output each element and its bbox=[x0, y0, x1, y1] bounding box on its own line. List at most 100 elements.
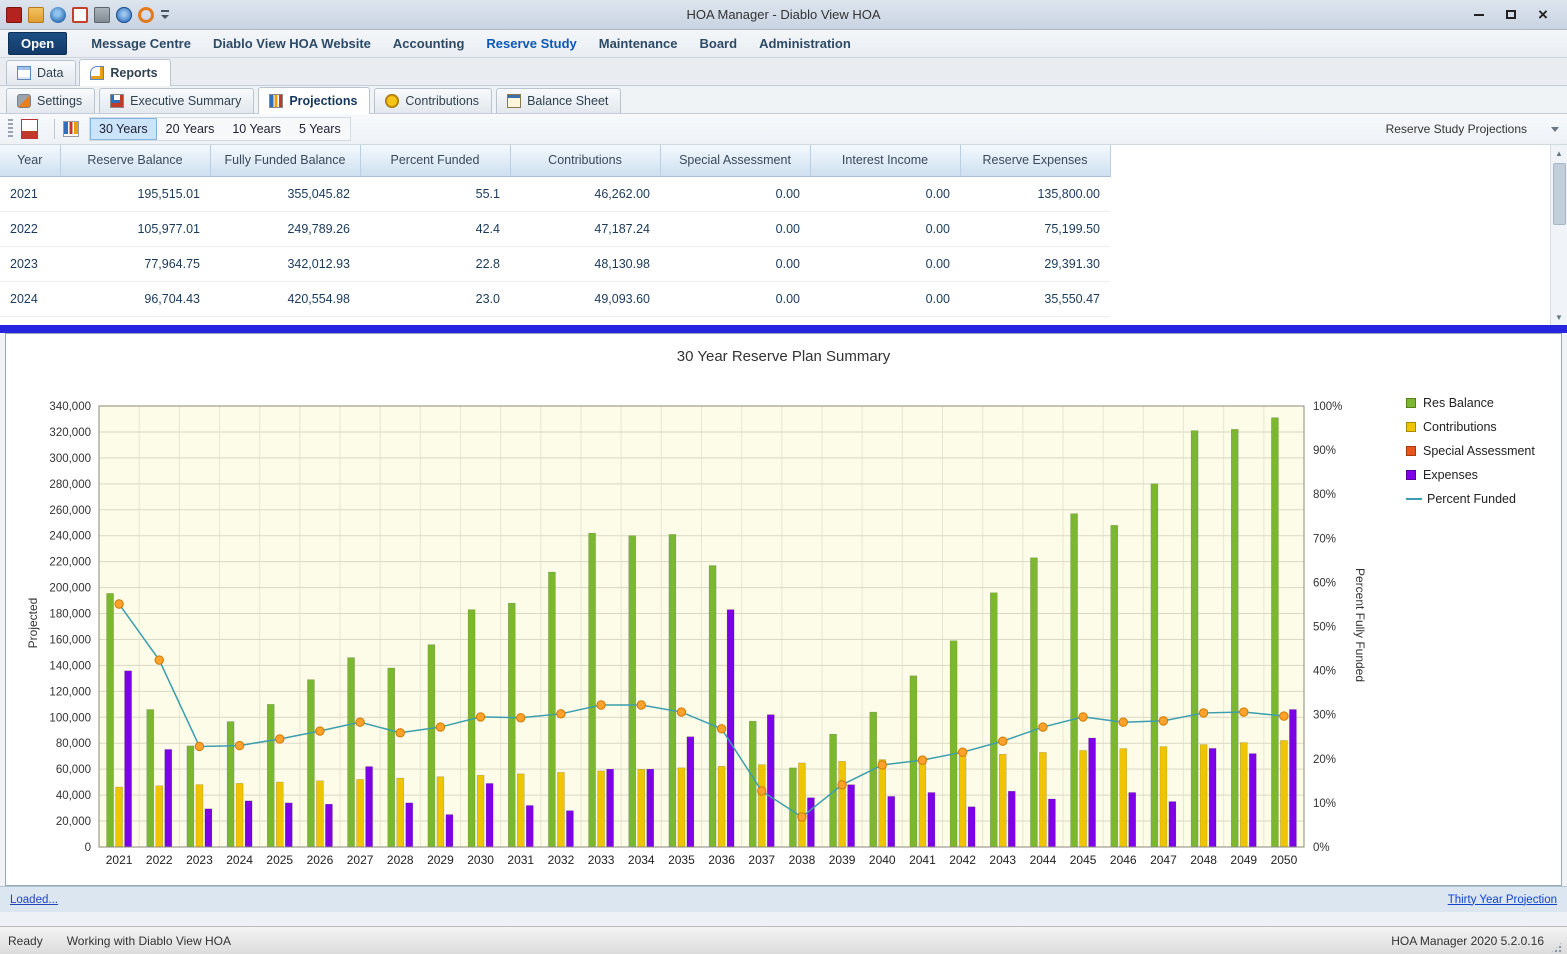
table-row[interactable]: 202496,704.43420,554.9823.049,093.600.00… bbox=[0, 281, 1110, 316]
minimize-button[interactable] bbox=[1465, 4, 1493, 26]
legend-label: Special Assessment bbox=[1423, 444, 1535, 458]
window-controls: × bbox=[1465, 4, 1567, 26]
subtab-contributions[interactable]: Contributions bbox=[374, 88, 492, 113]
resize-grip-icon[interactable] bbox=[1550, 941, 1563, 954]
book-icon[interactable] bbox=[72, 7, 88, 23]
subtab-settings[interactable]: Settings bbox=[6, 88, 95, 113]
open-button[interactable]: Open bbox=[8, 32, 67, 55]
chart-view-icon[interactable] bbox=[63, 121, 79, 137]
scrollbar-thumb[interactable] bbox=[1553, 163, 1566, 225]
chart-status-bar: Loaded... Thirty Year Projection bbox=[0, 886, 1567, 912]
coins-icon bbox=[385, 94, 399, 108]
range-button-10-years[interactable]: 10 Years bbox=[223, 118, 290, 140]
tab-data[interactable]: Data bbox=[6, 60, 76, 85]
svg-text:220,000: 220,000 bbox=[49, 557, 91, 569]
export-pdf-icon[interactable] bbox=[21, 119, 38, 139]
subtab-balance-sheet[interactable]: Balance Sheet bbox=[496, 88, 621, 113]
thirty-year-projection-link[interactable]: Thirty Year Projection bbox=[1448, 894, 1557, 906]
value-cell: 135,800.00 bbox=[960, 176, 1110, 211]
table-row[interactable]: 2022105,977.01249,789.2642.447,187.240.0… bbox=[0, 211, 1110, 246]
value-cell: 249,789.26 bbox=[210, 211, 360, 246]
app-logo-icon[interactable] bbox=[6, 7, 22, 23]
svg-text:40%: 40% bbox=[1313, 666, 1336, 678]
svg-text:200,000: 200,000 bbox=[49, 583, 91, 595]
svg-text:2038: 2038 bbox=[789, 853, 816, 867]
subtab-projections[interactable]: Projections bbox=[258, 87, 370, 114]
menu-item-administration[interactable]: Administration bbox=[749, 32, 861, 55]
close-button[interactable]: × bbox=[1529, 4, 1557, 26]
tab-reports[interactable]: Reports bbox=[79, 59, 170, 86]
svg-text:2048: 2048 bbox=[1190, 853, 1217, 867]
column-header-reserve-balance[interactable]: Reserve Balance bbox=[60, 145, 210, 176]
value-cell: 355,045.82 bbox=[210, 176, 360, 211]
printer-icon[interactable] bbox=[94, 7, 110, 23]
table-row[interactable]: 2021195,515.01355,045.8255.146,262.000.0… bbox=[0, 176, 1110, 211]
toolbar-options-icon[interactable] bbox=[160, 10, 170, 20]
value-cell: 0.00 bbox=[810, 246, 960, 281]
svg-text:60%: 60% bbox=[1313, 577, 1336, 589]
svg-text:2030: 2030 bbox=[467, 853, 494, 867]
svg-text:300,000: 300,000 bbox=[49, 453, 91, 465]
svg-text:80,000: 80,000 bbox=[56, 738, 91, 750]
legend-swatch bbox=[1406, 422, 1416, 432]
range-button-5-years[interactable]: 5 Years bbox=[290, 118, 350, 140]
value-cell: 0.00 bbox=[810, 211, 960, 246]
svg-text:2042: 2042 bbox=[949, 853, 976, 867]
column-header-interest-income[interactable]: Interest Income bbox=[810, 145, 960, 176]
svg-text:2045: 2045 bbox=[1070, 853, 1097, 867]
menu-item-board[interactable]: Board bbox=[690, 32, 748, 55]
reserve-plan-chart: 020,00040,00060,00080,000100,000120,0001… bbox=[6, 368, 1551, 873]
svg-text:2037: 2037 bbox=[748, 853, 775, 867]
projection-range-group: 30 Years20 Years10 Years5 Years bbox=[89, 117, 351, 141]
chart-legend: Res BalanceContributionsSpecial Assessme… bbox=[1406, 396, 1535, 516]
svg-text:340,000: 340,000 bbox=[49, 401, 91, 413]
column-header-fully-funded-balance[interactable]: Fully Funded Balance bbox=[210, 145, 360, 176]
range-button-20-years[interactable]: 20 Years bbox=[157, 118, 224, 140]
scroll-down-icon[interactable]: ▼ bbox=[1551, 309, 1567, 325]
range-button-30-years[interactable]: 30 Years bbox=[90, 118, 157, 140]
svg-text:40,000: 40,000 bbox=[56, 790, 91, 802]
value-cell: 42.4 bbox=[360, 211, 510, 246]
legend-line-swatch bbox=[1406, 498, 1422, 500]
menu-item-reserve-study[interactable]: Reserve Study bbox=[476, 32, 586, 55]
value-cell: 77,964.75 bbox=[60, 246, 210, 281]
svg-text:140,000: 140,000 bbox=[49, 660, 91, 672]
window-gap bbox=[0, 912, 1567, 926]
horizontal-splitter[interactable] bbox=[0, 325, 1567, 333]
value-cell: 0.00 bbox=[660, 281, 810, 316]
close-icon: × bbox=[1538, 6, 1548, 23]
svg-text:260,000: 260,000 bbox=[49, 505, 91, 517]
value-cell: 35,550.47 bbox=[960, 281, 1110, 316]
svg-text:50%: 50% bbox=[1313, 622, 1336, 634]
column-header-contributions[interactable]: Contributions bbox=[510, 145, 660, 176]
svg-text:2021: 2021 bbox=[106, 853, 133, 867]
menu-item-accounting[interactable]: Accounting bbox=[383, 32, 475, 55]
column-header-percent-funded[interactable]: Percent Funded bbox=[360, 145, 510, 176]
titlebar: HOA Manager - Diablo View HOA × bbox=[0, 0, 1567, 30]
subtab-executive-summary[interactable]: Executive Summary bbox=[99, 88, 254, 113]
folder-icon[interactable] bbox=[28, 7, 44, 23]
toolbar-overflow-icon[interactable] bbox=[1551, 127, 1559, 132]
legend-swatch bbox=[1406, 470, 1416, 480]
disc-icon[interactable] bbox=[50, 7, 66, 23]
svg-text:80%: 80% bbox=[1313, 489, 1336, 501]
working-status: Working with Diablo View HOA bbox=[67, 934, 231, 948]
window-title: HOA Manager - Diablo View HOA bbox=[0, 7, 1567, 22]
maximize-button[interactable] bbox=[1497, 4, 1525, 26]
table-scrollbar[interactable]: ▲ ▼ bbox=[1550, 145, 1567, 325]
column-header-special-assessment[interactable]: Special Assessment bbox=[660, 145, 810, 176]
menu-item-diablo-view-hoa-website[interactable]: Diablo View HOA Website bbox=[203, 32, 381, 55]
application-status-bar: Ready Working with Diablo View HOA HOA M… bbox=[0, 926, 1567, 954]
menu-item-maintenance[interactable]: Maintenance bbox=[589, 32, 688, 55]
value-cell: 0.00 bbox=[810, 176, 960, 211]
globe-icon[interactable] bbox=[116, 7, 132, 23]
refresh-icon[interactable] bbox=[138, 7, 154, 23]
column-header-year[interactable]: Year bbox=[0, 145, 60, 176]
subtab-label-projections: Projections bbox=[289, 94, 357, 108]
toolbar-grip[interactable] bbox=[8, 119, 13, 139]
table-row[interactable]: 202377,964.75342,012.9322.848,130.980.00… bbox=[0, 246, 1110, 281]
svg-text:20%: 20% bbox=[1313, 754, 1336, 766]
menu-item-message-centre[interactable]: Message Centre bbox=[81, 32, 201, 55]
scroll-up-icon[interactable]: ▲ bbox=[1551, 145, 1567, 161]
column-header-reserve-expenses[interactable]: Reserve Expenses bbox=[960, 145, 1110, 176]
